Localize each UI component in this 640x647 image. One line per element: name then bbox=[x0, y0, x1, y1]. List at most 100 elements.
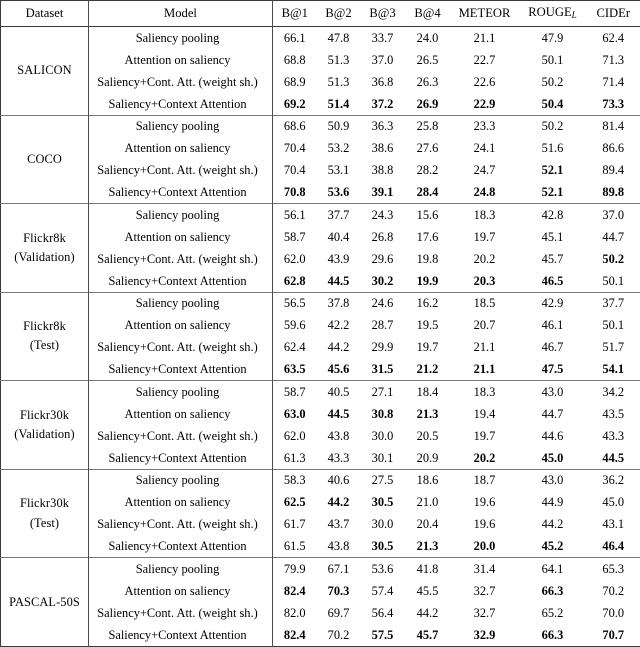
dataset-name-cell: SALICON bbox=[0, 26, 89, 116]
metric-cell-b1: 56.1 bbox=[283, 207, 306, 222]
metric-cell-cider: 65.3 bbox=[602, 562, 625, 576]
metric-cell-b1: 58.7 bbox=[283, 229, 306, 244]
metric-cell-b2: 47.8 bbox=[327, 30, 350, 45]
dataset-name-line: Flickr30k bbox=[19, 496, 70, 511]
metric-cell-rouge: 44.2 bbox=[541, 517, 564, 532]
metric-cell-b1: 79.9 bbox=[283, 562, 306, 576]
metric-cell-b2: 51.3 bbox=[327, 52, 350, 67]
results-table: Dataset Model B@1 B@2 B@3 B@4 METEOR ROU… bbox=[0, 0, 640, 647]
model-name-cell: Attention on saliency bbox=[88, 402, 273, 426]
metric-cell-cider: 46.4 bbox=[602, 539, 625, 554]
metric-cell-b2: 37.8 bbox=[327, 296, 350, 311]
metric-cell-b3: 30.1 bbox=[371, 450, 394, 465]
metric-cell-b2: 51.3 bbox=[327, 74, 350, 89]
metric-cell-rouge: 50.2 bbox=[541, 74, 564, 89]
dataset-name-line: COCO bbox=[27, 151, 62, 166]
metric-cell-cider: 37.0 bbox=[602, 207, 625, 222]
metric-cell-b1: 61.3 bbox=[283, 450, 306, 465]
metric-cell-b4: 25.8 bbox=[416, 119, 439, 134]
metric-cell-b1: 68.8 bbox=[283, 52, 306, 67]
model-name-cell: Saliency+Cont. Att. (weight sh.) bbox=[88, 425, 273, 448]
metric-cell-b3: 39.1 bbox=[371, 185, 394, 200]
metric-cell-b1: 70.4 bbox=[283, 141, 306, 156]
metric-cell-b2: 43.9 bbox=[327, 251, 350, 266]
metric-cell-b2: 43.8 bbox=[327, 539, 350, 554]
model-name-cell: Attention on saliency bbox=[88, 225, 273, 248]
model-name-cell: Attention on saliency bbox=[88, 137, 273, 160]
metric-cell-rouge: 50.1 bbox=[541, 52, 564, 67]
metric-cell-b2: 67.1 bbox=[327, 562, 350, 576]
metric-cell-meteor: 20.2 bbox=[473, 450, 496, 465]
dataset-name-line: Flickr8k bbox=[23, 230, 66, 245]
metric-cell-b2: 43.8 bbox=[327, 428, 350, 443]
metric-cell-b1: 63.5 bbox=[283, 362, 306, 377]
metric-cell-b1: 70.4 bbox=[283, 163, 306, 178]
table-row: Saliency+Context Attention 69.2 51.4 37.2 26… bbox=[1, 92, 640, 116]
metric-cell-rouge: 66.3 bbox=[541, 627, 564, 642]
table-row: Saliency+Cont. Att. (weight sh.) 62.0 43.9… bbox=[1, 247, 640, 271]
metric-cell-cider: 45.0 bbox=[602, 495, 625, 510]
metric-cell-meteor: 18.7 bbox=[473, 473, 496, 488]
metric-cell-meteor: 24.1 bbox=[473, 141, 496, 156]
metric-cell-b4: 27.6 bbox=[416, 141, 439, 156]
dataset-name-line: (Test) bbox=[29, 338, 60, 353]
metric-cell-b4: 18.6 bbox=[416, 473, 439, 488]
metric-cell-b1: 56.5 bbox=[283, 296, 306, 311]
metric-cell-meteor: 19.6 bbox=[473, 495, 496, 510]
metric-cell-b4: 20.9 bbox=[416, 450, 439, 465]
column-header-b2: B@2 bbox=[325, 6, 352, 21]
model-name-cell: Saliency pooling bbox=[88, 380, 273, 403]
metric-cell-rouge: 45.0 bbox=[541, 450, 564, 465]
metric-cell-rouge: 44.7 bbox=[541, 406, 564, 421]
dataset-group: Flickr8k (Validation) Saliency pooling 56.1… bbox=[0, 203, 640, 293]
column-header-rouge: ROUGEL bbox=[519, 1, 587, 27]
metric-cell-b4: 28.2 bbox=[416, 163, 439, 178]
table-row: Attention on saliency 59.6 42.2 28.7 19.5 20.… bbox=[1, 314, 640, 337]
metric-cell-b2: 43.3 bbox=[327, 450, 350, 465]
metric-cell-rouge: 50.2 bbox=[541, 119, 564, 134]
metric-cell-b3: 30.2 bbox=[371, 273, 394, 288]
metric-cell-meteor: 19.4 bbox=[473, 406, 496, 421]
metric-cell-meteor: 22.9 bbox=[473, 96, 496, 111]
metric-cell-b3: 30.0 bbox=[371, 517, 394, 532]
metric-cell-b2: 44.2 bbox=[327, 495, 350, 510]
metric-cell-rouge: 45.2 bbox=[541, 539, 564, 554]
metric-cell-b1: 61.7 bbox=[283, 517, 306, 532]
dataset-group: COCO Saliency pooling 68.6 50.9 36.3 25.8 23.3… bbox=[0, 115, 640, 204]
column-header-b4: B@4 bbox=[414, 6, 441, 21]
table-row: Saliency+Cont. Att. (weight sh.) 62.4 44.2… bbox=[1, 336, 640, 359]
metric-cell-b1: 61.5 bbox=[283, 539, 306, 554]
metric-cell-b2: 40.6 bbox=[327, 473, 350, 488]
metric-cell-b4: 21.0 bbox=[416, 495, 439, 510]
metric-cell-b4: 24.0 bbox=[416, 30, 439, 45]
metric-cell-cider: 71.4 bbox=[602, 74, 625, 89]
metric-cell-b2: 40.4 bbox=[327, 229, 350, 244]
metric-cell-meteor: 31.4 bbox=[473, 562, 496, 576]
table-row: Flickr8k (Validation) Saliency pooling 56.1… bbox=[0, 203, 640, 293]
column-header-b3: B@3 bbox=[369, 6, 396, 21]
metric-cell-cider: 37.7 bbox=[602, 296, 625, 311]
metric-cell-rouge: 46.7 bbox=[541, 340, 564, 355]
metric-cell-rouge: 50.4 bbox=[541, 96, 564, 111]
metric-cell-rouge: 66.3 bbox=[541, 583, 564, 598]
metric-cell-b2: 51.4 bbox=[327, 96, 350, 111]
metric-cell-b2: 70.3 bbox=[327, 583, 350, 598]
metric-cell-b3: 30.8 bbox=[371, 406, 394, 421]
table-row: Saliency+Context Attention 62.8 44.5 30.2 19… bbox=[1, 270, 640, 293]
metric-cell-cider: 50.1 bbox=[602, 318, 625, 333]
dataset-name-line: Flickr8k bbox=[23, 319, 66, 334]
metric-cell-b1: 62.5 bbox=[283, 495, 306, 510]
metric-cell-rouge: 52.1 bbox=[541, 185, 564, 200]
dataset-name-cell: PASCAL-50S bbox=[0, 557, 89, 647]
metric-cell-cider: 86.6 bbox=[602, 141, 625, 156]
column-header-b1: B@1 bbox=[281, 6, 308, 21]
dataset-name-cell: Flickr8k (Test) bbox=[0, 292, 89, 381]
dataset-name-line: (Validation) bbox=[14, 249, 75, 264]
metric-cell-b4: 28.4 bbox=[416, 185, 439, 200]
metric-cell-b4: 21.2 bbox=[416, 362, 439, 377]
table-row: Flickr30k (Test) Saliency pooling 58.3 40.6 2… bbox=[0, 469, 640, 558]
metric-cell-b2: 42.2 bbox=[327, 318, 350, 333]
metric-cell-b3: 37.2 bbox=[371, 96, 394, 111]
table-row: Attention on saliency 63.0 44.5 30.8 21.3 19.… bbox=[1, 402, 640, 426]
model-name-cell: Attention on saliency bbox=[88, 48, 273, 71]
